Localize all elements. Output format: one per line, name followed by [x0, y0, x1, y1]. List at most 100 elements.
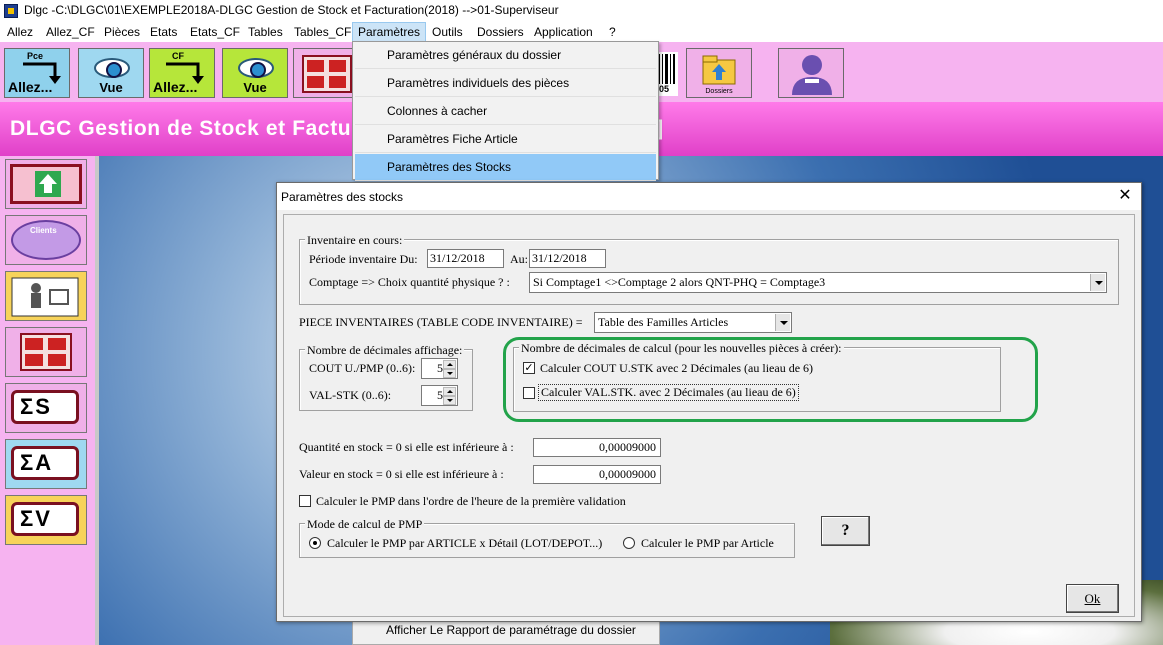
- pmp-detail-radio[interactable]: [309, 537, 321, 549]
- inventaire-legend: Inventaire en cours:: [305, 233, 405, 248]
- arrow-up-icon: [35, 171, 61, 197]
- help-button[interactable]: ?: [821, 516, 870, 546]
- menu-item-parametres-pieces[interactable]: Paramètres individuels des pièces: [355, 70, 656, 97]
- menu-help[interactable]: ?: [604, 22, 621, 42]
- vue-cf-caption: Vue: [243, 80, 267, 95]
- piece-inv-select[interactable]: Table des Familles Articles: [594, 312, 792, 333]
- sigma-v-label: ΣV: [11, 502, 79, 536]
- menu-dossiers[interactable]: Dossiers: [472, 22, 529, 42]
- dialog-title: Paramètres des stocks: [281, 190, 404, 204]
- vue-pce-button[interactable]: Vue: [78, 48, 144, 98]
- spin-up-icon[interactable]: [443, 360, 456, 369]
- mode-pmp-legend: Mode de calcul de PMP: [305, 517, 425, 532]
- quantite-input[interactable]: 0,00009000: [533, 438, 661, 457]
- eye-icon: [94, 58, 130, 78]
- tables-side-button[interactable]: [5, 327, 87, 377]
- pmp-detail-label: Calculer le PMP par ARTICLE x Détail (LO…: [327, 536, 603, 550]
- valeur-label: Valeur en stock = 0 si elle est inférieu…: [299, 467, 504, 481]
- pmp-ordre-label: Calculer le PMP dans l'ordre de l'heure …: [316, 494, 626, 508]
- val-stk-stepper[interactable]: 5: [421, 385, 458, 406]
- dossiers-button[interactable]: Dossiers: [686, 48, 752, 98]
- vue-caption: Vue: [99, 80, 123, 95]
- comptage-value: Si Comptage1 <>Comptage 2 alors QNT-PHQ …: [533, 275, 826, 289]
- sigma-a-label: ΣA: [11, 446, 79, 480]
- valeur-input[interactable]: 0,00009000: [533, 465, 661, 484]
- menu-allez[interactable]: Allez: [2, 22, 38, 42]
- menu-tables-cf[interactable]: Tables_CF: [289, 22, 356, 42]
- menu-bar: Allez Allez_CF Pièces Etats Etats_CF Tab…: [0, 22, 1163, 42]
- chevron-down-icon: [1090, 274, 1105, 291]
- folder-icon: [702, 55, 736, 85]
- close-icon[interactable]: ✕: [1113, 185, 1137, 207]
- barcode-digits: 05: [659, 84, 670, 94]
- parametres-dropdown: Paramètres généraux du dossier Paramètre…: [352, 41, 659, 181]
- menu-etats-cf[interactable]: Etats_CF: [185, 22, 245, 42]
- menu-item-fiche-article[interactable]: Paramètres Fiche Article: [355, 126, 656, 153]
- val-stk-value: 5: [437, 388, 443, 402]
- highlight-annotation: [503, 337, 1038, 422]
- background-report-link[interactable]: Afficher Le Rapport de paramétrage du do…: [386, 623, 636, 637]
- vue-cf-button[interactable]: Vue: [222, 48, 288, 98]
- grid-icon: [20, 333, 72, 371]
- periode-du-input[interactable]: 31/12/2018: [427, 249, 504, 268]
- cout-pmp-label: COUT U./PMP (0..6):: [309, 361, 416, 375]
- grid-icon: [302, 55, 352, 93]
- pmp-article-radio[interactable]: [623, 537, 635, 549]
- ok-button[interactable]: Ok: [1066, 584, 1119, 613]
- cf-label: CF: [172, 51, 184, 61]
- sigma-s-button[interactable]: ΣS: [5, 383, 87, 433]
- barcode-icon[interactable]: 05: [656, 52, 678, 96]
- user-icon: [792, 55, 832, 95]
- chevron-down-icon: [775, 314, 790, 331]
- sigma-a-button[interactable]: ΣA: [5, 439, 87, 489]
- menu-application[interactable]: Application: [529, 22, 598, 42]
- pmp-article-label: Calculer le PMP par Article: [641, 536, 774, 550]
- tables-button[interactable]: [293, 48, 359, 98]
- sigma-v-button[interactable]: ΣV: [5, 495, 87, 545]
- eye-icon: [238, 58, 274, 78]
- sigma-s-label: ΣS: [11, 390, 79, 424]
- window-title: Dlgc -C:\DLGC\01\EXEMPLE2018A-DLGC Gesti…: [24, 3, 559, 17]
- left-sidebar: Clients ΣS ΣA ΣV: [0, 156, 95, 645]
- pmp-ordre-checkbox[interactable]: [299, 495, 311, 507]
- dossiers-caption: Dossiers: [705, 88, 733, 95]
- banner-title: DLGC Gestion de Stock et Facturati: [10, 117, 387, 140]
- pce-caption: Allez...: [8, 79, 53, 95]
- user-button[interactable]: [778, 48, 844, 98]
- cout-pmp-value: 5: [437, 361, 443, 375]
- cout-pmp-stepper[interactable]: 5: [421, 358, 458, 379]
- spin-down-icon[interactable]: [443, 396, 456, 405]
- menu-outils[interactable]: Outils: [427, 22, 468, 42]
- menu-parametres[interactable]: Paramètres: [352, 22, 427, 42]
- app-icon: [4, 4, 18, 18]
- spin-down-icon[interactable]: [443, 369, 456, 378]
- menu-item-colonnes-cacher[interactable]: Colonnes à cacher: [355, 98, 656, 125]
- spin-up-icon[interactable]: [443, 387, 456, 396]
- quantite-label: Quantité en stock = 0 si elle est inféri…: [299, 440, 514, 454]
- dialog-titlebar: Paramètres des stocks ✕: [277, 183, 1141, 210]
- periode-au-input[interactable]: 31/12/2018: [529, 249, 606, 268]
- allez-pce-button[interactable]: Pce Allez...: [4, 48, 70, 98]
- clients-label: Clients: [30, 226, 57, 235]
- comptage-select[interactable]: Si Comptage1 <>Comptage 2 alors QNT-PHQ …: [529, 272, 1107, 293]
- menu-item-parametres-generaux[interactable]: Paramètres généraux du dossier: [355, 42, 656, 69]
- menu-tables[interactable]: Tables: [243, 22, 288, 42]
- periode-label: Période inventaire Du:: [309, 252, 418, 266]
- stock-icon: [11, 277, 79, 317]
- cf-caption: Allez...: [153, 79, 198, 95]
- pce-label: Pce: [27, 51, 44, 61]
- sidebar-border: [95, 156, 99, 645]
- home-button[interactable]: [5, 159, 87, 209]
- decimales-affichage-legend: Nombre de décimales affichage:: [305, 343, 465, 358]
- menu-allez-cf[interactable]: Allez_CF: [41, 22, 100, 42]
- val-stk-label: VAL-STK (0..6):: [309, 388, 392, 402]
- menu-item-parametres-stocks[interactable]: Paramètres des Stocks: [355, 154, 656, 181]
- menu-pieces[interactable]: Pièces: [99, 22, 145, 42]
- menu-etats[interactable]: Etats: [145, 22, 182, 42]
- piece-inv-label: PIECE INVENTAIRES (TABLE CODE INVENTAIRE…: [299, 315, 583, 329]
- piece-inv-value: Table des Familles Articles: [598, 315, 729, 329]
- allez-cf-button[interactable]: CF Allez...: [149, 48, 215, 98]
- stock-person-button[interactable]: [5, 271, 87, 321]
- clients-button[interactable]: Clients: [5, 215, 87, 265]
- periode-au-label: Au:: [510, 252, 528, 266]
